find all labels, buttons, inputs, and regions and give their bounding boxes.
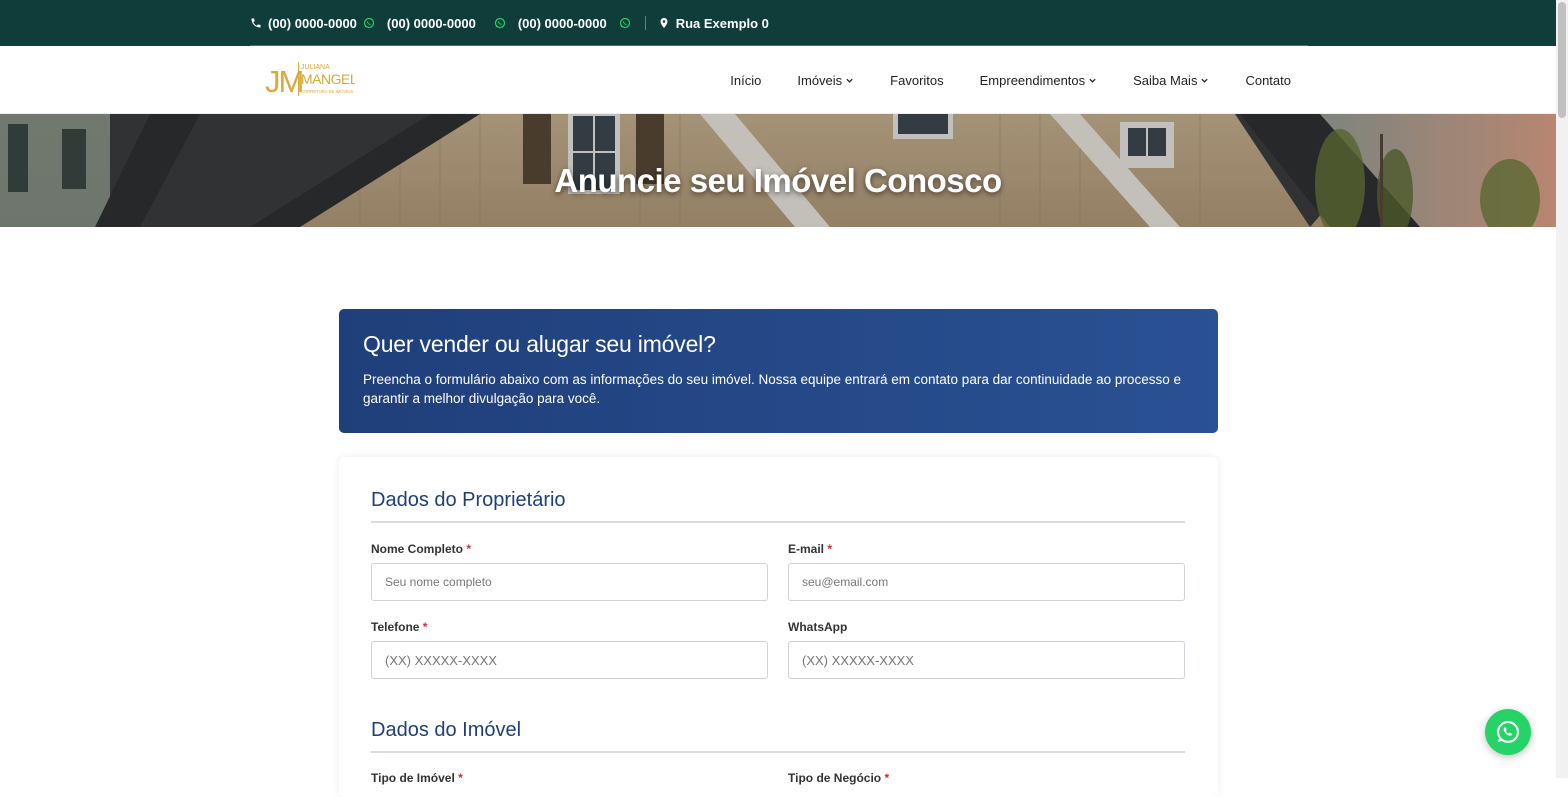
required-mark: *	[458, 771, 463, 785]
whatsapp-icon[interactable]	[619, 17, 631, 29]
intro-title: Quer vender ou alugar seu imóvel?	[363, 331, 716, 357]
topbar-divider	[644, 16, 646, 30]
site-logo[interactable]: JM JULIANA MANGELLI CORRETORA DE IMÓVEIS	[265, 58, 355, 102]
email-label: E-mail *	[788, 542, 833, 556]
page-scrollbar[interactable]	[1556, 0, 1568, 778]
phone-icon	[251, 18, 261, 28]
phone-label: Telefone *	[371, 620, 428, 634]
logo-initials: JM	[265, 64, 303, 99]
whatsapp-icon[interactable]	[494, 17, 506, 29]
scrollbar-thumb[interactable]	[1558, 2, 1566, 118]
top-contact-bar: (00) 0000-0000 (00) 0000-0000 (00) 0000-…	[0, 0, 1556, 46]
required-mark: *	[884, 771, 890, 785]
whatsapp-icon[interactable]	[363, 17, 375, 29]
listing-form: Dados do Proprietário Nome Completo * E-…	[339, 457, 1218, 797]
nav-item-label: Empreendimentos	[979, 72, 1086, 88]
required-mark: *	[466, 542, 472, 556]
whatsapp-label: WhatsApp	[788, 620, 848, 634]
top-contact-list: (00) 0000-0000 (00) 0000-0000 (00) 0000-…	[250, 0, 769, 46]
hero-banner: Anuncie seu Imóvel Conosco	[0, 114, 1556, 227]
name-input[interactable]	[371, 563, 768, 601]
site-header: JM JULIANA MANGELLI CORRETORA DE IMÓVEIS…	[0, 46, 1556, 114]
nav-item-label: Favoritos	[890, 72, 944, 88]
property-section-title: Dados do Imóvel	[371, 719, 1185, 753]
property-type-label: Tipo de Imóvel *	[371, 771, 463, 785]
nav-item-label: Contato	[1245, 72, 1291, 88]
chevron-down-icon	[1201, 78, 1209, 83]
logo-last-name: MANGELLI	[301, 71, 355, 87]
intro-text: Preencha o formulário abaixo com as info…	[363, 372, 1181, 406]
intro-banner: Quer vender ou alugar seu imóvel? Preenc…	[339, 309, 1218, 433]
nav-item-imoveis[interactable]: Imóveis	[797, 73, 854, 88]
chevron-down-icon	[846, 78, 853, 83]
page-title: Anuncie seu Imóvel Conosco	[554, 162, 1002, 199]
topbar-address[interactable]: Rua Exemplo 0	[676, 16, 769, 31]
topbar-phone-3[interactable]: (00) 0000-0000	[518, 16, 607, 31]
owner-section-title: Dados do Proprietário	[371, 489, 1185, 523]
business-type-label: Tipo de Negócio *	[788, 771, 890, 785]
logo-first-name: JULIANA	[301, 64, 330, 71]
whatsapp-input[interactable]	[788, 641, 1185, 679]
nav-item-contato[interactable]: Contato	[1245, 73, 1291, 88]
topbar-phone-2[interactable]: (00) 0000-0000	[387, 16, 476, 31]
nav-item-saiba-mais[interactable]: Saiba Mais	[1133, 73, 1209, 88]
nav-item-empreendimentos[interactable]: Empreendimentos	[980, 73, 1098, 88]
required-mark: *	[422, 620, 428, 634]
nav-item-label: Saiba Mais	[1133, 72, 1198, 88]
whatsapp-icon	[1497, 721, 1519, 743]
chevron-down-icon	[1089, 78, 1096, 83]
topbar-phone-1[interactable]: (00) 0000-0000	[268, 16, 357, 31]
whatsapp-float-button[interactable]	[1485, 709, 1531, 755]
main-nav: Início Imóveis Favoritos Empreendimentos…	[694, 46, 1291, 114]
email-input[interactable]	[788, 563, 1185, 601]
map-pin-icon	[660, 18, 668, 28]
required-mark: *	[827, 542, 833, 556]
phone-input[interactable]	[371, 641, 768, 679]
nav-item-inicio[interactable]: Início	[730, 73, 761, 88]
nav-item-label: Imóveis	[797, 72, 843, 88]
logo-tagline: CORRETORA DE IMÓVEIS	[301, 89, 353, 94]
nav-item-favoritos[interactable]: Favoritos	[890, 73, 943, 88]
nav-item-label: Início	[730, 72, 762, 88]
name-label: Nome Completo *	[371, 542, 472, 556]
